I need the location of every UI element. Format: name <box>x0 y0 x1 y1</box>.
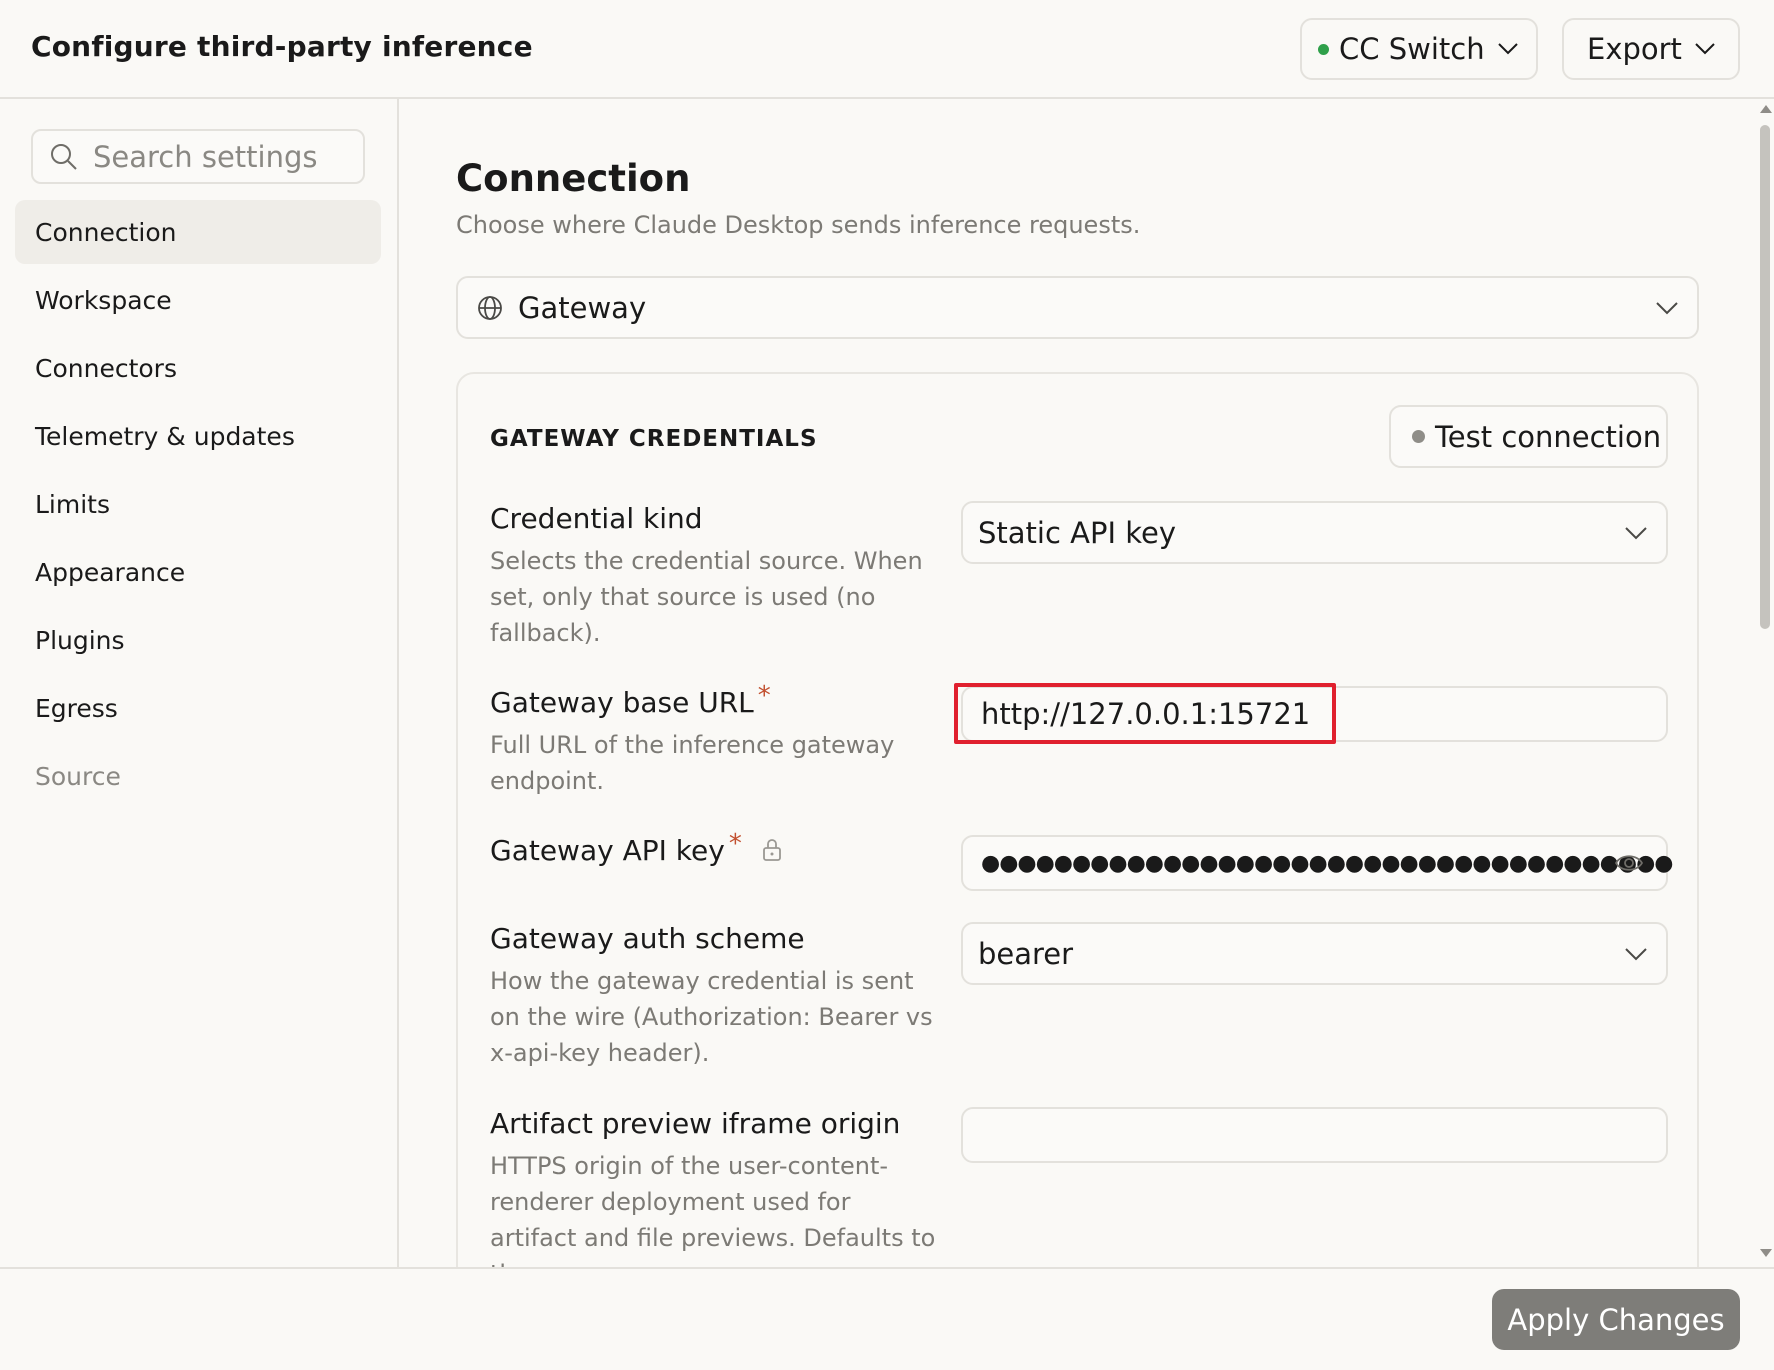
auth-scheme-description: How the gateway credential is sent on th… <box>490 967 933 1067</box>
sidebar-item-limits[interactable]: Limits <box>15 472 381 536</box>
scrollbar-thumb[interactable] <box>1760 125 1770 629</box>
chevron-down-icon <box>1625 526 1647 539</box>
required-mark: * <box>728 829 742 859</box>
lock-icon <box>762 839 781 861</box>
connection-mode-select[interactable]: Gateway <box>456 276 1699 339</box>
test-connection-label: Test connection <box>1435 419 1662 454</box>
base-url-label-text: Gateway base URL <box>490 686 754 719</box>
main-panel: Connection Choose where Claude Desktop s… <box>401 99 1756 1267</box>
required-mark: * <box>757 681 771 711</box>
test-connection-button[interactable]: Test connection <box>1389 405 1668 468</box>
sidebar-item-appearance[interactable]: Appearance <box>15 540 381 604</box>
sidebar-item-label: Plugins <box>35 625 125 655</box>
base-url-label: Gateway base URL * <box>490 681 771 719</box>
main-scrollbar[interactable] <box>1756 99 1774 1267</box>
settings-window: Configure third-party inference CC Switc… <box>0 0 1774 1370</box>
artifact-origin-label-text: Artifact preview iframe origin <box>490 1107 901 1140</box>
search-input[interactable] <box>93 139 353 174</box>
credential-kind-label: Credential kind <box>490 502 703 535</box>
eye-icon[interactable] <box>1614 851 1644 875</box>
page-title: Configure third-party inference <box>31 30 533 63</box>
chevron-down-icon <box>1656 301 1678 314</box>
header-bar: Configure third-party inference CC Switc… <box>0 0 1774 99</box>
globe-icon <box>478 295 502 320</box>
sidebar-item-label: Workspace <box>35 285 172 315</box>
credential-kind-label-text: Credential kind <box>490 502 703 535</box>
sidebar-item-label: Egress <box>35 693 118 723</box>
export-label: Export <box>1587 32 1682 66</box>
sidebar-item-label: Telemetry & updates <box>35 421 295 451</box>
api-key-label-text: Gateway API key <box>490 834 725 867</box>
sidebar-item-connection[interactable]: Connection <box>15 200 381 264</box>
base-url-input[interactable]: http://127.0.0.1:15721 <box>961 686 1668 742</box>
profile-switch-label: CC Switch <box>1339 32 1485 66</box>
sidebar-item-label: Connection <box>35 217 177 247</box>
credential-kind-select[interactable]: Static API key <box>961 501 1668 564</box>
base-url-description: Full URL of the inference gateway endpoi… <box>490 731 895 795</box>
chevron-down-icon <box>1497 43 1518 55</box>
sidebar-item-label: Appearance <box>35 557 186 587</box>
auth-scheme-label-text: Gateway auth scheme <box>490 922 805 955</box>
sidebar-item-label: Source <box>35 761 121 791</box>
credential-kind-description: Selects the credential source. When set,… <box>490 547 923 647</box>
api-key-masked-value: ●●●●●●●●●●●●●●●●●●●●●●●●●●●●●●●●●●●●●● <box>981 850 1673 876</box>
api-key-input[interactable]: ●●●●●●●●●●●●●●●●●●●●●●●●●●●●●●●●●●●●●● <box>961 835 1673 891</box>
section-title: Connection <box>456 157 691 200</box>
sidebar-item-label: Limits <box>35 489 110 519</box>
sidebar-item-workspace[interactable]: Workspace <box>15 268 381 332</box>
sidebar-item-egress[interactable]: Egress <box>15 676 381 740</box>
scroll-down-icon[interactable] <box>1760 1249 1772 1257</box>
section-subtitle: Choose where Claude Desktop sends infere… <box>456 211 1141 239</box>
card-heading: GATEWAY CREDENTIALS <box>490 426 818 452</box>
search-icon <box>51 143 77 170</box>
artifact-origin-description: HTTPS origin of the user-content-rendere… <box>490 1152 936 1267</box>
status-dot-icon <box>1318 43 1329 55</box>
credential-kind-value: Static API key <box>978 515 1177 550</box>
auth-scheme-label: Gateway auth scheme <box>490 922 805 955</box>
api-key-label: Gateway API key * <box>490 829 783 867</box>
sidebar-item-telemetry[interactable]: Telemetry & updates <box>15 404 381 468</box>
connection-mode-value: Gateway <box>518 290 647 325</box>
profile-switch-button[interactable]: CC Switch <box>1300 18 1538 80</box>
gateway-credentials-card: GATEWAY CREDENTIALS Test connection Cred… <box>456 372 1699 1267</box>
sidebar-item-source[interactable]: Source <box>15 744 381 808</box>
base-url-value: http://127.0.0.1:15721 <box>981 697 1311 731</box>
status-dot-icon <box>1412 430 1425 443</box>
chevron-down-icon <box>1625 947 1647 960</box>
export-button[interactable]: Export <box>1562 18 1740 80</box>
scroll-up-icon[interactable] <box>1760 105 1772 113</box>
search-box[interactable] <box>31 129 365 184</box>
sidebar: Connection Workspace Connectors Telemetr… <box>0 99 399 1267</box>
sidebar-nav: Connection Workspace Connectors Telemetr… <box>15 200 381 812</box>
footer-bar: Apply Changes <box>0 1267 1774 1370</box>
chevron-down-icon <box>1695 43 1715 55</box>
artifact-origin-label: Artifact preview iframe origin <box>490 1107 900 1140</box>
sidebar-item-label: Connectors <box>35 353 177 383</box>
sidebar-item-connectors[interactable]: Connectors <box>15 336 381 400</box>
auth-scheme-select[interactable]: bearer <box>961 922 1668 985</box>
sidebar-item-plugins[interactable]: Plugins <box>15 608 381 672</box>
artifact-origin-input[interactable] <box>961 1107 1668 1163</box>
apply-changes-button[interactable]: Apply Changes <box>1492 1289 1740 1350</box>
auth-scheme-value: bearer <box>978 936 1074 971</box>
